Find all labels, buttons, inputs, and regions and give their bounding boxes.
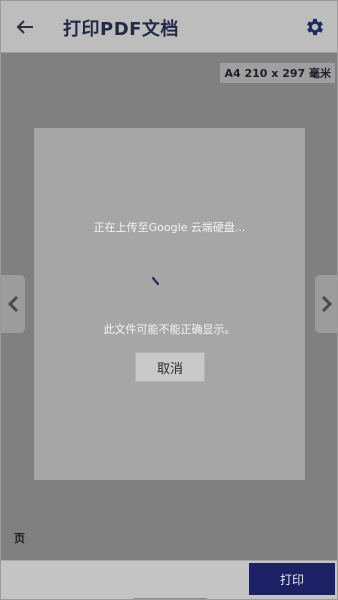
gear-icon [307, 18, 323, 36]
print-preview-screen: 打印PDF文档 A4 210 x 297 毫米 正在上传至Google 云端硬盘… [0, 0, 338, 600]
cancel-button[interactable]: 取消 [135, 352, 205, 382]
next-page-button[interactable] [315, 275, 337, 333]
pages-label: 页 [14, 532, 25, 545]
page-preview: 正在上传至Google 云端硬盘... 此文件可能不能正确显示。 取消 [34, 128, 305, 480]
display-warning-text: 此文件可能不能正确显示。 [103, 323, 236, 336]
upload-status-text: 正在上传至Google 云端硬盘... [93, 221, 246, 234]
preview-area: A4 210 x 297 毫米 正在上传至Google 云端硬盘... 此文件可… [1, 53, 337, 560]
app-header: 打印PDF文档 [1, 1, 337, 53]
previous-page-button[interactable] [1, 275, 25, 333]
bottom-bar: 打印 [1, 560, 337, 599]
settings-button[interactable] [303, 15, 327, 39]
page-title: 打印PDF文档 [63, 19, 179, 40]
print-button[interactable]: 打印 [249, 563, 335, 595]
chevron-right-icon [321, 295, 333, 313]
chevron-left-icon [7, 295, 19, 313]
loading-spinner [151, 276, 160, 286]
arrow-left-icon [16, 20, 33, 34]
back-button[interactable] [11, 13, 39, 41]
paper-size-label: A4 210 x 297 毫米 [220, 63, 335, 83]
